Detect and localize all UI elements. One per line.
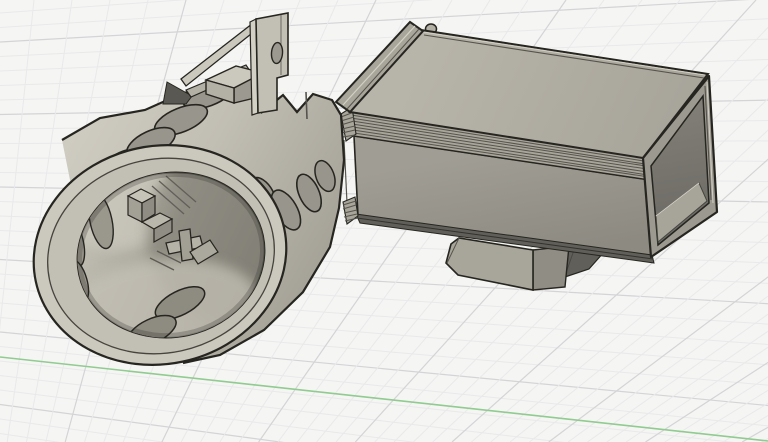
grid-line [762, 0, 768, 442]
antenna-pin [306, 92, 307, 119]
cad-viewport[interactable]: Perspective CAD view of a two-part assem… [0, 0, 768, 442]
grid-line [0, 361, 768, 442]
grid-line [0, 0, 768, 13]
receiver-box-part[interactable] [336, 22, 717, 290]
grid-line [0, 390, 768, 442]
grid-line [0, 0, 768, 42]
shroud-part[interactable] [13, 13, 344, 388]
grid-line [742, 0, 768, 442]
lug-front-face[interactable] [446, 238, 533, 290]
grid-line [0, 0, 768, 28]
green-axis-line [0, 357, 768, 441]
lug-right-face[interactable] [533, 246, 569, 290]
